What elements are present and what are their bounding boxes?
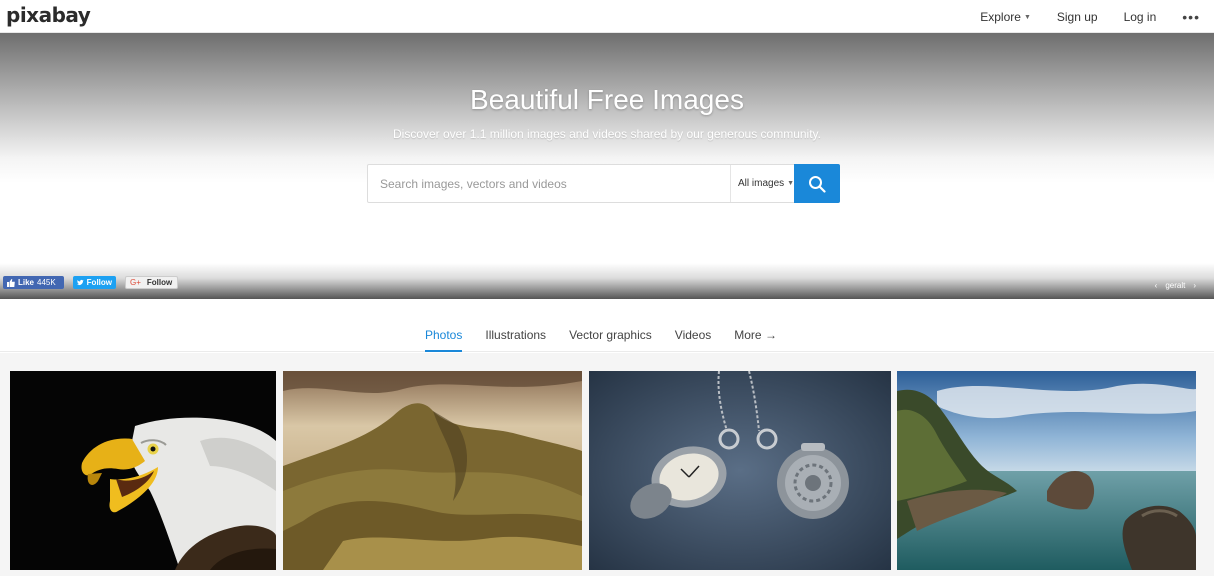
explore-label: Explore (980, 9, 1021, 24)
twitter-follow-button[interactable]: Follow (73, 276, 116, 289)
tab-vector-graphics[interactable]: Vector graphics (569, 328, 652, 352)
gallery-image-sea-cliffs[interactable] (897, 371, 1196, 570)
hero-image-credit: ‹ geralt › (1151, 281, 1200, 290)
twitter-bird-icon (77, 279, 84, 286)
tab-photos[interactable]: Photos (425, 328, 463, 352)
tab-more[interactable]: More → (734, 328, 777, 352)
hero-banner: Beautiful Free Images Discover over 1.1 … (0, 33, 1214, 299)
image-gallery (0, 353, 1214, 576)
thumbs-up-icon (7, 278, 15, 287)
search-input[interactable] (368, 165, 730, 202)
google-plus-icon: G+ (130, 278, 141, 287)
tab-illustrations[interactable]: Illustrations (485, 328, 546, 352)
tab-videos[interactable]: Videos (675, 328, 711, 352)
google-follow-label: Follow (146, 278, 173, 287)
explore-menu[interactable]: Explore ▼ (980, 10, 1031, 24)
facebook-like-count: 445K (37, 278, 56, 287)
gallery-image-pocket-watches[interactable] (589, 371, 891, 570)
nav-links: Explore ▼ Sign up Log in ••• (980, 0, 1214, 33)
gallery-image-mountains[interactable] (283, 371, 582, 570)
twitter-follow-label: Follow (86, 278, 112, 287)
credit-user-link[interactable]: geralt (1165, 281, 1185, 290)
top-navigation: pixabay Explore ▼ Sign up Log in ••• (0, 0, 1214, 33)
search-bar: All images▼ (367, 164, 840, 203)
social-buttons: Like 445K Follow G+ Follow (3, 276, 178, 289)
hero-title: Beautiful Free Images (470, 84, 744, 115)
gallery-image-eagle[interactable] (10, 371, 276, 570)
search-button[interactable] (794, 164, 840, 203)
facebook-like-label: Like (18, 278, 35, 287)
media-type-label: All images (738, 178, 785, 189)
media-type-tabs: Photos Illustrations Vector graphics Vid… (0, 299, 1214, 352)
next-image-icon[interactable]: › (1193, 281, 1196, 290)
login-link[interactable]: Log in (1124, 10, 1157, 24)
hero-subtitle: Discover over 1.1 million images and vid… (393, 127, 821, 141)
media-type-dropdown[interactable]: All images ▼ (730, 165, 794, 202)
pixabay-logo[interactable]: pixabay (6, 3, 91, 27)
chevron-down-icon: ▼ (1023, 13, 1031, 21)
previous-image-icon[interactable]: ‹ (1155, 281, 1158, 290)
more-options-icon[interactable]: ••• (1182, 9, 1200, 25)
search-icon (809, 175, 826, 193)
google-plus-follow-button[interactable]: G+ Follow (125, 276, 178, 289)
facebook-like-button[interactable]: Like 445K (3, 276, 64, 289)
signup-link[interactable]: Sign up (1057, 10, 1098, 24)
